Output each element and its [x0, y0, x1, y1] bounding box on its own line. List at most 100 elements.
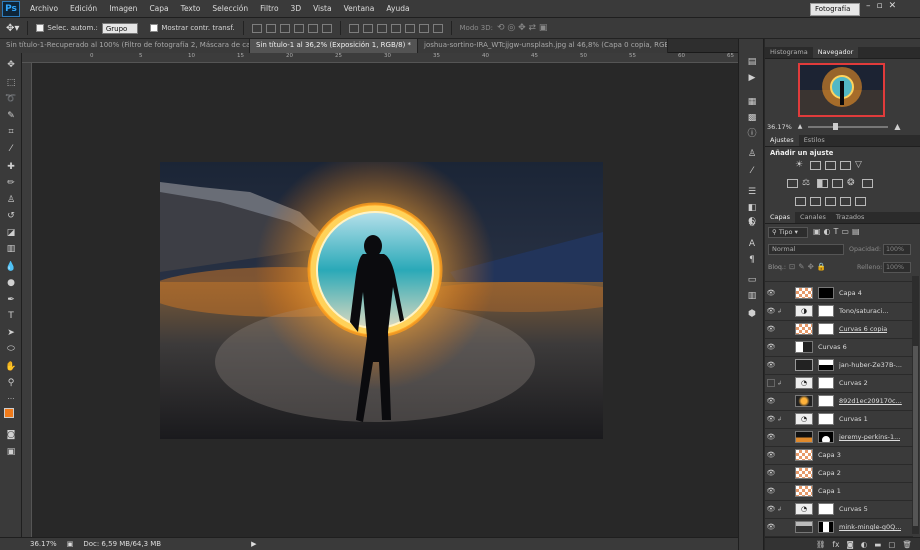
distribute-bottom-icon[interactable]: [376, 23, 387, 33]
menu-seleccion[interactable]: Selección: [206, 4, 254, 13]
link-icon[interactable]: ⛓: [816, 540, 826, 549]
align-vcenter-icon[interactable]: [265, 23, 276, 33]
3d-panel-icon[interactable]: ⬢: [746, 309, 758, 320]
actions-panel-icon[interactable]: ▶: [746, 73, 758, 84]
quick-select-tool-icon[interactable]: ✎: [4, 110, 18, 122]
layer-mask-thumbnail[interactable]: [818, 521, 834, 534]
distribute-left-icon[interactable]: [390, 23, 401, 33]
eye-icon[interactable]: 👁: [765, 325, 777, 333]
layers-scrollbar-thumb[interactable]: [913, 346, 918, 526]
move-tool-icon[interactable]: ✥▾: [6, 23, 19, 34]
gradient-tool-icon[interactable]: ▥: [4, 243, 18, 255]
clone-source-icon[interactable]: ♙: [746, 149, 758, 160]
tab-doc-2-active[interactable]: Sin título-1 al 36,2% (Exposición 1, RGB…: [250, 39, 418, 53]
layer-mask-thumbnail[interactable]: [818, 413, 834, 426]
eyedropper-tool-icon[interactable]: ⁄: [4, 143, 18, 155]
properties-panel-icon[interactable]: ☰: [746, 187, 758, 198]
menu-vista[interactable]: Vista: [307, 4, 338, 13]
tab-canales[interactable]: Canales: [795, 212, 831, 223]
layer-filter-icons[interactable]: ▣◐T▭▤: [813, 227, 863, 236]
color-balance-icon[interactable]: ⚖: [802, 179, 813, 188]
auto-select-dropdown[interactable]: Grupo: [101, 22, 139, 34]
new-layer-icon[interactable]: ▢: [888, 540, 895, 549]
distribute-vcenter-icon[interactable]: [362, 23, 373, 33]
posterize-icon[interactable]: [810, 197, 821, 206]
layer-filter-dropdown[interactable]: ⚲ Tipo ▾: [768, 227, 808, 238]
eye-icon[interactable]: 👁: [765, 343, 777, 351]
timeline-panel-icon[interactable]: ▭: [746, 275, 758, 286]
shape-tool-icon[interactable]: ⬭: [4, 343, 18, 355]
eye-icon[interactable]: 👁: [765, 505, 777, 513]
align-right-icon[interactable]: [321, 23, 332, 33]
paragraph-panel-icon[interactable]: ¶: [746, 255, 758, 266]
layer-row[interactable]: 👁 jeremy-perkins-1...: [765, 429, 913, 447]
fx-icon[interactable]: fx: [832, 540, 839, 549]
foreground-color-swatch[interactable]: [4, 408, 14, 418]
tab-capas[interactable]: Capas: [765, 212, 796, 223]
brightness-contrast-icon[interactable]: ☀: [795, 161, 806, 170]
clone-stamp-tool-icon[interactable]: ♙: [4, 194, 18, 206]
tab-navegador[interactable]: Navegador: [812, 47, 859, 58]
layer-row[interactable]: 👁 Capa 1: [765, 483, 913, 501]
menu-archivo[interactable]: Archivo: [24, 4, 64, 13]
layer-row[interactable]: 👁 Curvas 6: [765, 339, 913, 357]
navigator-preview[interactable]: [798, 63, 885, 117]
selective-color-icon[interactable]: [855, 197, 866, 206]
tab-ajustes[interactable]: Ajustes: [765, 135, 799, 146]
eye-icon[interactable]: 👁: [765, 361, 777, 369]
align-left-icon[interactable]: [293, 23, 304, 33]
layer-row[interactable]: 👁 892d1ec209170c...: [765, 393, 913, 411]
eye-icon[interactable]: 👁: [765, 289, 777, 297]
layer-mask-thumbnail[interactable]: [818, 431, 834, 444]
levels-icon[interactable]: [810, 161, 821, 170]
eye-icon[interactable]: 👁: [765, 451, 777, 459]
layer-row[interactable]: 👁 ↲ ◑ Tono/saturaci...: [765, 303, 913, 321]
distribute-top-icon[interactable]: [348, 23, 359, 33]
opacity-field[interactable]: 100%: [883, 244, 911, 255]
layer-comps-icon[interactable]: ◧: [746, 203, 758, 214]
layer-mask-thumbnail[interactable]: [818, 323, 834, 336]
show-transform-checkbox[interactable]: Mostrar contr. transf.: [150, 24, 235, 32]
tab-doc-1[interactable]: Sin título-1-Recuperado al 100% (Filtro …: [0, 39, 250, 53]
screen-mode-icon[interactable]: ▣: [4, 446, 18, 458]
layer-mask-thumbnail[interactable]: [818, 287, 834, 300]
menu-imagen[interactable]: Imagen: [103, 4, 143, 13]
layer-mask-thumbnail[interactable]: [818, 377, 834, 390]
zoom-level[interactable]: 36.17%: [30, 540, 57, 548]
healing-brush-tool-icon[interactable]: ✚: [4, 161, 18, 173]
eye-icon[interactable]: 👁: [765, 469, 777, 477]
layer-mask-thumbnail[interactable]: [818, 359, 834, 372]
layer-row[interactable]: 👁 mink-mingle-g0Q...: [765, 519, 913, 537]
brush-tool-icon[interactable]: ✏: [4, 177, 18, 189]
eye-icon[interactable]: 👁: [765, 307, 777, 315]
color-lookup-icon[interactable]: [862, 179, 873, 188]
channel-mixer-icon[interactable]: ❂: [847, 179, 858, 188]
invert-icon[interactable]: [795, 197, 806, 206]
layers-scrollbar[interactable]: [912, 276, 919, 534]
type-tool-icon[interactable]: T: [4, 310, 18, 322]
brush-presets-icon[interactable]: ⁄: [746, 166, 758, 177]
zoom-slider-handle[interactable]: [833, 122, 839, 130]
layer-row[interactable]: 👁 Capa 4: [765, 285, 913, 303]
eye-icon[interactable]: 👁: [765, 397, 777, 405]
hand-tool-icon[interactable]: ✋: [4, 361, 18, 373]
layer-mask-thumbnail[interactable]: [818, 395, 834, 408]
document-canvas-image[interactable]: [160, 162, 603, 439]
vibrance-icon[interactable]: ▽: [855, 161, 866, 170]
menu-ventana[interactable]: Ventana: [338, 4, 381, 13]
history-panel-icon[interactable]: ▤: [746, 57, 758, 68]
info-panel-icon[interactable]: ⓘ: [746, 129, 758, 140]
tab-doc-3[interactable]: joshua-sortino-IRA_WTcjjgw-unsplash.jpg …: [418, 39, 668, 53]
black-white-icon[interactable]: [817, 179, 828, 188]
eraser-tool-icon[interactable]: ◪: [4, 227, 18, 239]
zoom-tool-icon[interactable]: ⚲: [4, 377, 18, 389]
blur-tool-icon[interactable]: 💧: [4, 261, 18, 273]
blend-mode-dropdown[interactable]: Normal: [768, 244, 844, 255]
close-button[interactable]: ✕: [889, 1, 897, 11]
layer-row[interactable]: ↲ ◔ Curvas 2: [765, 375, 913, 393]
tab-estilos[interactable]: Estilos: [799, 135, 830, 146]
status-arrow-icon[interactable]: ▶: [251, 540, 256, 548]
eye-hidden-box[interactable]: [767, 379, 775, 388]
fill-field[interactable]: 100%: [883, 262, 911, 273]
pen-tool-icon[interactable]: ✒: [4, 294, 18, 306]
